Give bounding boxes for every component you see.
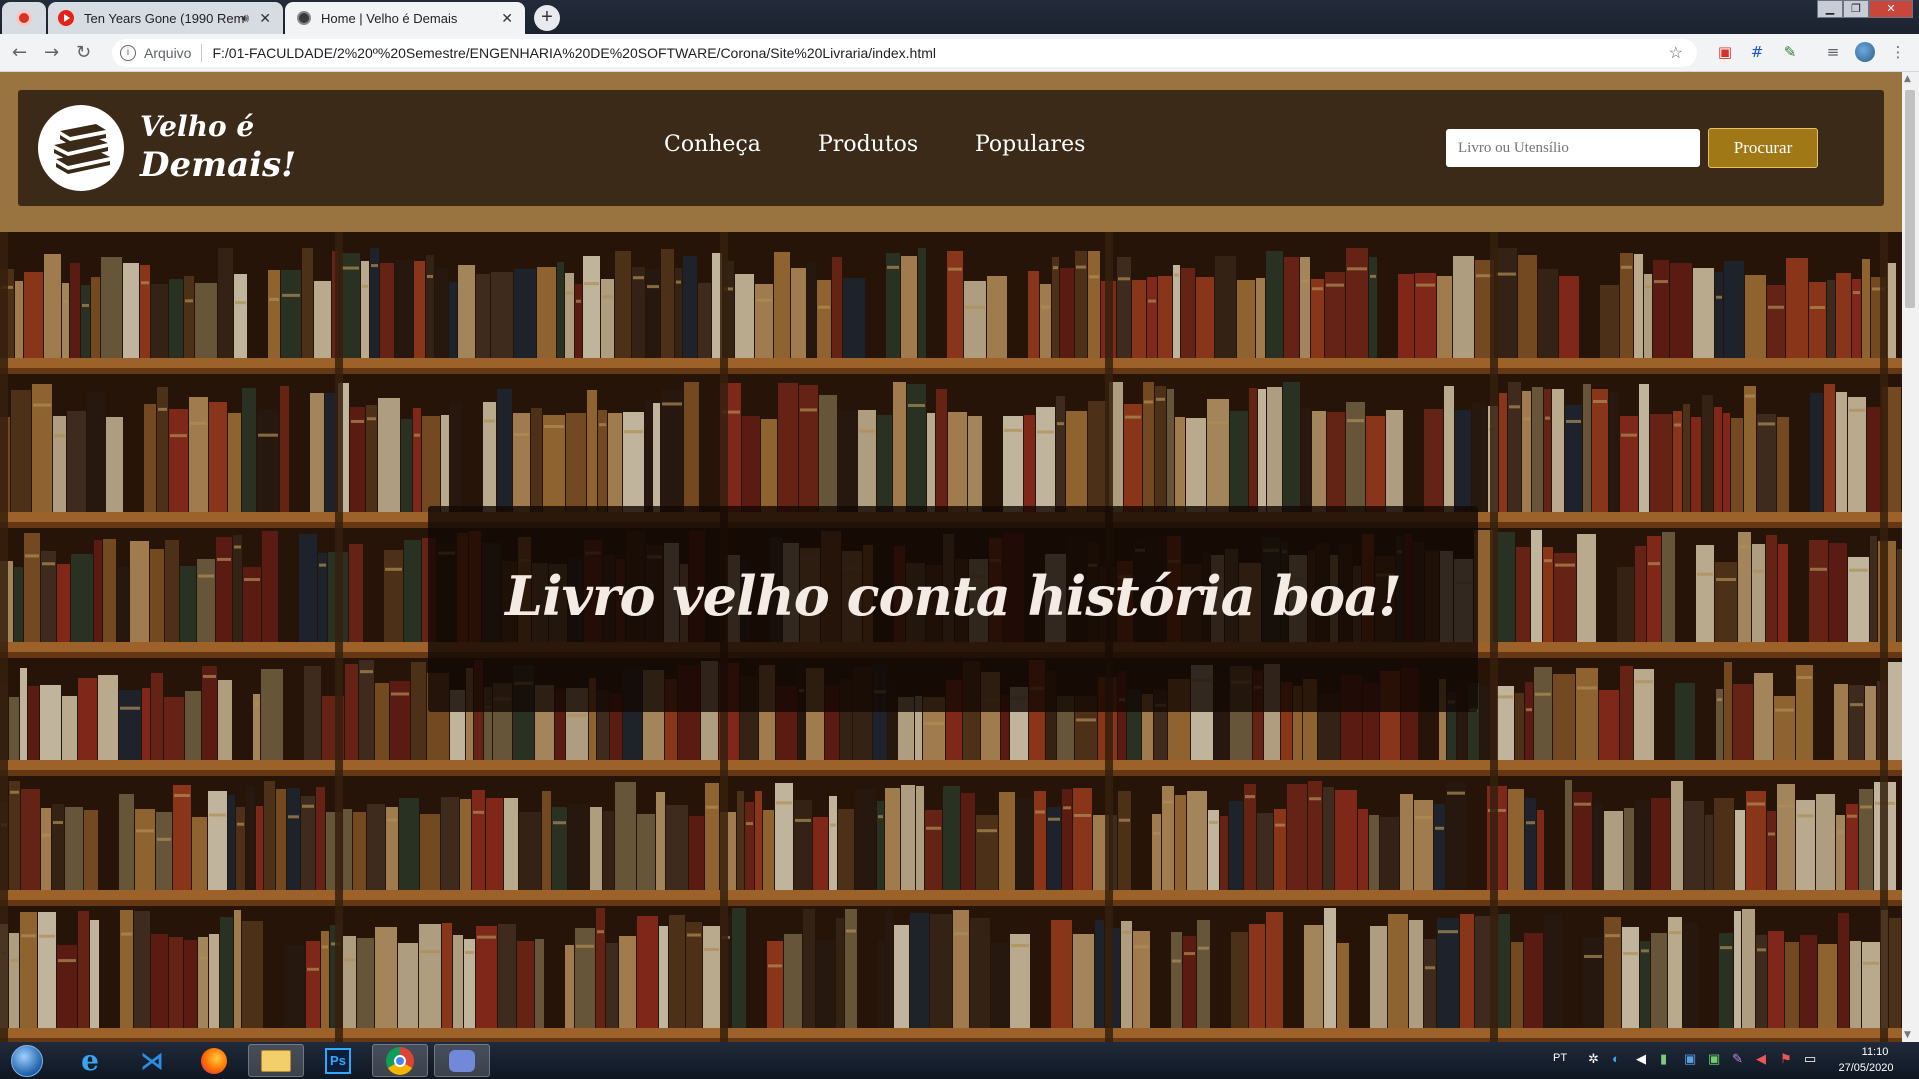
back-icon[interactable]: ← <box>12 42 27 63</box>
address-bar[interactable]: i Arquivo F:/01-FACULDADE/2%20º%20Semest… <box>112 39 1697 67</box>
hero-headline: Livro velho conta história boa! <box>505 564 1402 628</box>
discord-icon[interactable] <box>434 1044 490 1077</box>
tab-title: Ten Years Gone (1990 Remaster) <box>84 10 244 26</box>
tab-ten-years-gone[interactable]: Ten Years Gone (1990 Remaster) 🔊︎ ✕ <box>48 2 283 34</box>
site-navbar: Velho é Demais! Conheça Produtos Popular… <box>18 90 1884 206</box>
profile-avatar[interactable] <box>1855 42 1875 62</box>
internet-explorer-icon[interactable]: e <box>62 1044 118 1077</box>
extension-grid-icon[interactable]: # <box>1747 42 1767 62</box>
nav-link-populares[interactable]: Populares <box>975 132 1085 157</box>
brand-line-1: Velho é <box>140 110 255 143</box>
close-tab-icon[interactable]: ✕ <box>259 10 271 27</box>
language-indicator[interactable]: PT <box>1553 1052 1567 1064</box>
tray-app-green-icon[interactable]: ▣ <box>1708 1051 1720 1067</box>
chrome-icon[interactable] <box>372 1044 428 1077</box>
youtube-icon <box>58 10 74 26</box>
record-icon <box>19 13 29 23</box>
clock-date[interactable]: 27/05/2020 <box>1833 1062 1899 1074</box>
scroll-down-icon[interactable]: ▼ <box>1904 1030 1911 1040</box>
url-text: F:/01-FACULDADE/2%20º%20Semestre/ENGENHA… <box>212 45 936 61</box>
search-button[interactable]: Procurar <box>1708 128 1818 168</box>
tray-update-icon[interactable]: ◐ <box>1612 1051 1620 1066</box>
tray-volume-icon[interactable]: ◀ <box>1636 1051 1646 1067</box>
divider <box>201 44 203 62</box>
browser-toolbar: ← → ↻ i Arquivo F:/01-FACULDADE/2%20º%20… <box>0 34 1919 72</box>
web-page: Velho é Demais! Conheça Produtos Popular… <box>0 72 1902 1042</box>
browser-tab-strip: Ten Years Gone (1990 Remaster) 🔊︎ ✕ Home… <box>0 0 1919 34</box>
minimize-window-button[interactable]: ▁ <box>1817 0 1843 18</box>
new-tab-button[interactable]: + <box>534 5 560 31</box>
brand-name[interactable]: Velho é Demais! <box>140 108 296 184</box>
browser-menu-icon[interactable]: ⋮ <box>1888 42 1908 62</box>
tray-display-icon[interactable]: ▭ <box>1804 1051 1816 1067</box>
page-favicon-icon <box>297 11 311 25</box>
firefox-icon[interactable] <box>186 1044 242 1077</box>
tray-network-icon[interactable]: ✲ <box>1588 1051 1599 1067</box>
extension-red-icon[interactable]: ▣ <box>1715 42 1735 62</box>
books-logo-icon[interactable] <box>38 105 124 191</box>
tab-title: Home | Velho é Demais <box>321 10 458 26</box>
close-tab-icon[interactable]: ✕ <box>501 10 513 27</box>
close-window-button[interactable]: ✕ <box>1869 0 1913 18</box>
restore-window-button[interactable]: ❐ <box>1843 0 1869 18</box>
tray-sound-icon[interactable]: ◀ <box>1756 1051 1766 1067</box>
nav-link-produtos[interactable]: Produtos <box>818 132 918 157</box>
start-orb-icon[interactable] <box>2 1044 52 1077</box>
search-input[interactable] <box>1446 129 1700 167</box>
tray-battery-icon[interactable]: ▮ <box>1660 1051 1667 1067</box>
scrollbar-thumb[interactable] <box>1905 90 1915 308</box>
windows-taskbar: e ⋊ Ps PT ✲ ◐ ◀ ▮ ▣ ▣ ✎ ◀ ⚑ ▭ 11:10 27/0… <box>0 1042 1919 1079</box>
media-queue-icon[interactable]: ≡ <box>1823 42 1843 62</box>
forward-icon[interactable]: → <box>44 42 59 63</box>
tray-flag-icon[interactable]: ⚑ <box>1780 1051 1792 1067</box>
header-band: Velho é Demais! Conheça Produtos Popular… <box>0 72 1902 232</box>
extension-edit-icon[interactable]: ✎ <box>1780 42 1800 62</box>
brand-line-2: Demais! <box>140 145 297 185</box>
photoshop-icon[interactable]: Ps <box>310 1044 366 1077</box>
visual-studio-code-icon[interactable]: ⋊ <box>124 1044 180 1077</box>
tray-pen-icon[interactable]: ✎ <box>1732 1051 1743 1067</box>
security-label: Arquivo <box>144 45 192 61</box>
hero-banner: Livro velho conta história boa! <box>0 232 1902 1042</box>
tray-app-icon[interactable]: ▣ <box>1684 1051 1696 1067</box>
tab-home-velho-e-demais[interactable]: Home | Velho é Demais ✕ <box>285 2 525 34</box>
info-icon[interactable]: i <box>120 45 136 61</box>
bookmark-star-icon[interactable]: ☆ <box>1669 43 1683 63</box>
speaker-icon[interactable]: 🔊︎ <box>241 11 249 26</box>
nav-link-conheca[interactable]: Conheça <box>664 132 761 157</box>
reload-icon[interactable]: ↻ <box>76 42 91 63</box>
recording-tab[interactable] <box>2 2 46 34</box>
file-explorer-icon[interactable] <box>248 1044 304 1077</box>
hero-overlay: Livro velho conta história boa! <box>428 506 1478 712</box>
scroll-up-icon[interactable]: ▲ <box>1904 74 1911 84</box>
clock-time[interactable]: 11:10 <box>1853 1046 1897 1058</box>
